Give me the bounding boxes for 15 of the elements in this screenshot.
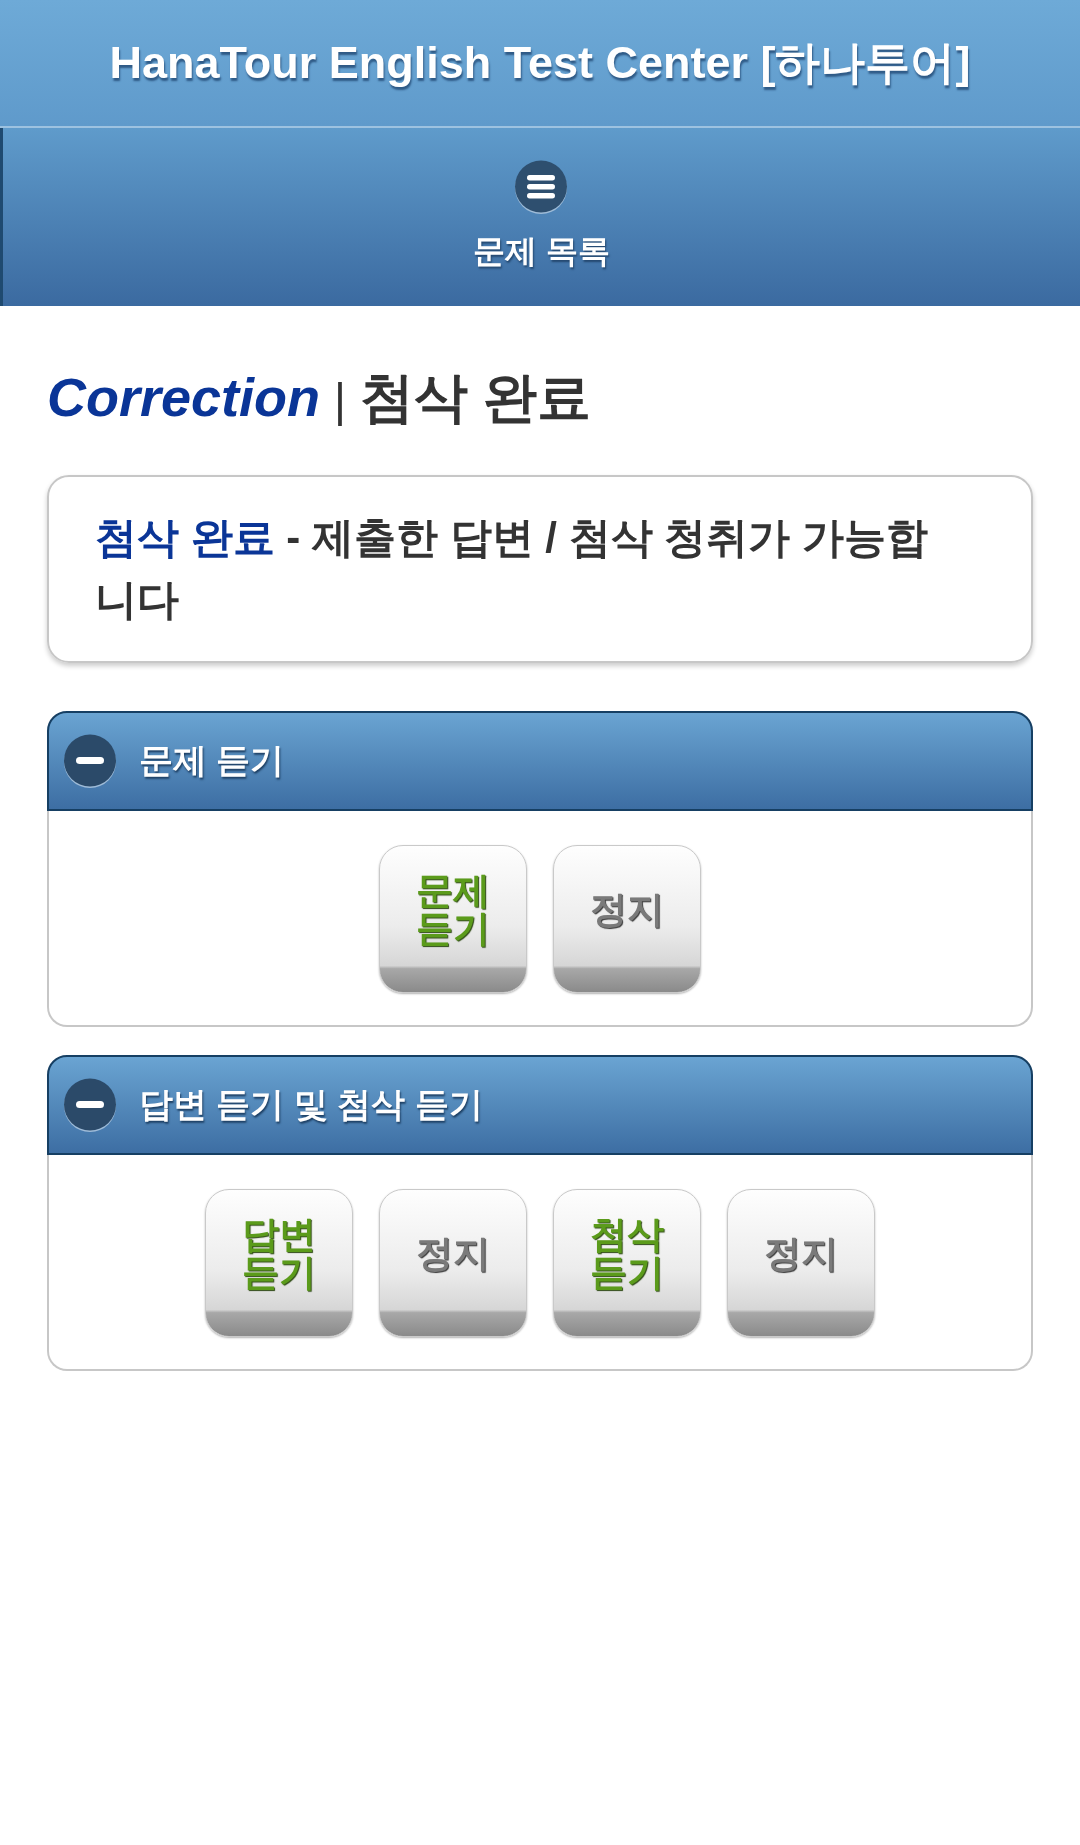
stop-button[interactable]: 정지 [727, 1189, 875, 1337]
page-subtitle: 첨삭 완료 [360, 366, 591, 429]
app-title: HanaTour English Test Center [하나투어] [109, 36, 971, 90]
notice-text: 첨삭 완료 - 제출한 답변 / 첨삭 청취가 가능합니다 [95, 513, 929, 625]
stop-button[interactable]: 정지 [553, 845, 701, 993]
section-header[interactable]: 문제 듣기 [47, 711, 1033, 811]
listen-button[interactable]: 답변 듣기 [205, 1189, 353, 1337]
menu-icon [514, 160, 569, 214]
question-list-button[interactable]: 문제 목록 [473, 160, 610, 274]
listen-button[interactable]: 문제 듣기 [379, 845, 527, 993]
section-header[interactable]: 답변 듣기 및 첨삭 듣기 [47, 1055, 1033, 1155]
stop-button[interactable]: 정지 [379, 1189, 527, 1337]
page-title: Correction [47, 366, 321, 429]
title-separator: | [334, 373, 346, 428]
listen-button[interactable]: 첨삭 듣기 [553, 1189, 701, 1337]
